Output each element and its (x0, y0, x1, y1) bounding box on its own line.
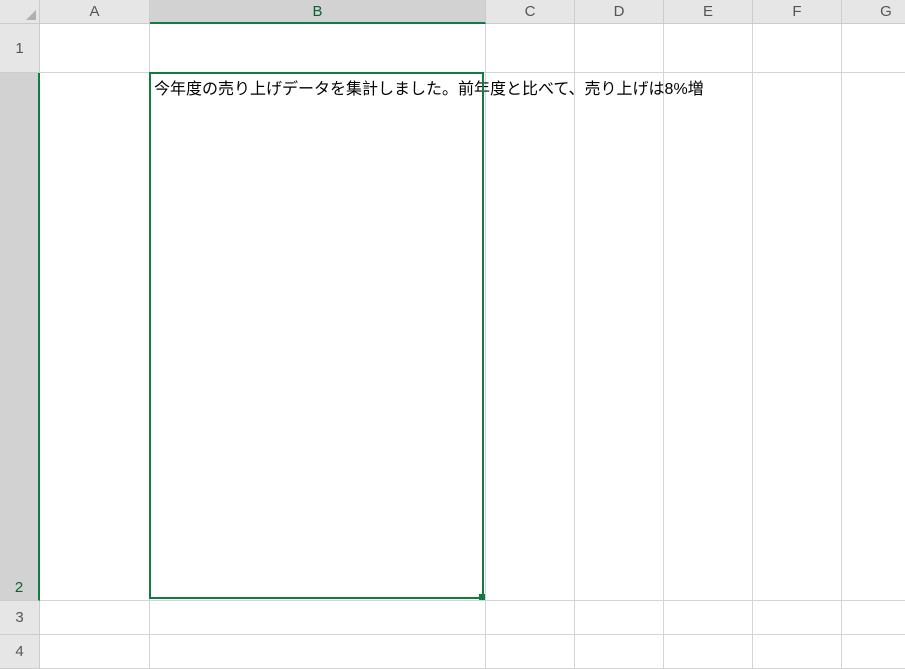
column-header-label: B (312, 3, 322, 20)
cell-B3[interactable] (150, 601, 486, 635)
row-header-label: 4 (15, 643, 23, 660)
select-all-corner[interactable] (0, 0, 40, 24)
column-header-label: E (703, 3, 713, 20)
cell-content: 今年度の売り上げデータを集計しました。前年度と比べて、売り上げは8%増 (154, 75, 704, 99)
cell-B1[interactable] (150, 24, 486, 73)
column-header-label: D (614, 3, 625, 20)
cell-G4[interactable] (842, 635, 905, 669)
cell-E2[interactable] (664, 73, 753, 601)
row-header-label: 3 (15, 609, 23, 626)
cell-E3[interactable] (664, 601, 753, 635)
cell-A1[interactable] (40, 24, 150, 73)
cell-C4[interactable] (486, 635, 575, 669)
column-header-label: C (525, 3, 536, 20)
cell-A4[interactable] (40, 635, 150, 669)
cell-G3[interactable] (842, 601, 905, 635)
grid-row: 今年度の売り上げデータを集計しました。前年度と比べて、売り上げは8%増 (40, 73, 905, 601)
grid-row (40, 24, 905, 73)
row-header-label: 2 (15, 579, 23, 600)
cell-E4[interactable] (664, 635, 753, 669)
column-header-label: A (89, 3, 99, 20)
cell-F3[interactable] (753, 601, 842, 635)
grid-row (40, 635, 905, 669)
column-headers: A B C D E F G (40, 0, 905, 24)
row-header-3[interactable]: 3 (0, 601, 40, 635)
cell-D4[interactable] (575, 635, 664, 669)
column-header-D[interactable]: D (575, 0, 664, 24)
cell-D2[interactable] (575, 73, 664, 601)
column-header-F[interactable]: F (753, 0, 842, 24)
cell-C1[interactable] (486, 24, 575, 73)
cell-F1[interactable] (753, 24, 842, 73)
cell-D3[interactable] (575, 601, 664, 635)
column-header-label: G (880, 3, 892, 20)
column-header-E[interactable]: E (664, 0, 753, 24)
spreadsheet: ABCDEFG 1234 今年度の売り上げデータを集計しました。前年度と比べて、… (0, 0, 905, 637)
cell-F2[interactable] (753, 73, 842, 601)
cell-A2[interactable] (40, 73, 150, 601)
column-header-A[interactable]: A (40, 0, 150, 24)
cell-D1[interactable] (575, 24, 664, 73)
column-header-B[interactable]: B (150, 0, 486, 24)
cell-B4[interactable] (150, 635, 486, 669)
cell-E1[interactable] (664, 24, 753, 73)
cell-grid[interactable]: 今年度の売り上げデータを集計しました。前年度と比べて、売り上げは8%増 (40, 24, 905, 637)
row-headers: 1234 (0, 24, 40, 637)
cell-C2[interactable] (486, 73, 575, 601)
cell-A3[interactable] (40, 601, 150, 635)
cell-G1[interactable] (842, 24, 905, 73)
row-header-1[interactable]: 1 (0, 24, 40, 73)
row-header-label: 1 (15, 40, 23, 57)
column-header-C[interactable]: C (486, 0, 575, 24)
cell-G2[interactable] (842, 73, 905, 601)
column-header-G[interactable]: G (842, 0, 905, 24)
cell-C3[interactable] (486, 601, 575, 635)
row-header-4[interactable]: 4 (0, 635, 40, 669)
grid-row (40, 601, 905, 635)
row-header-2[interactable]: 2 (0, 73, 40, 601)
cell-B2[interactable]: 今年度の売り上げデータを集計しました。前年度と比べて、売り上げは8%増 (150, 73, 486, 601)
select-all-triangle-icon (26, 10, 36, 20)
cell-F4[interactable] (753, 635, 842, 669)
column-header-label: F (792, 3, 801, 20)
